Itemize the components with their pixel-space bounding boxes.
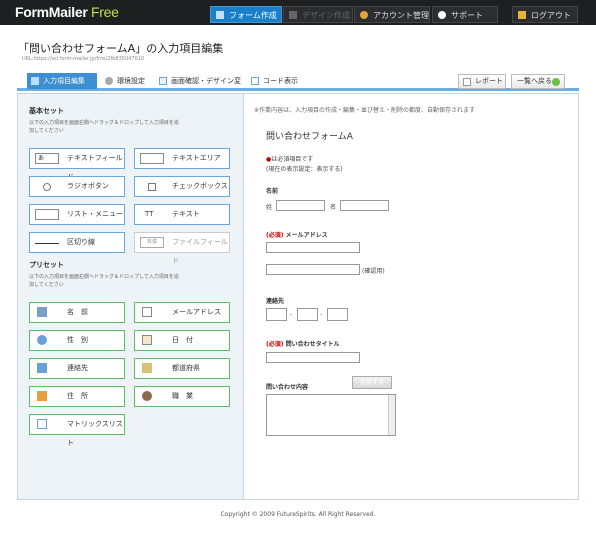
submit-button[interactable]: 送信する (352, 376, 392, 389)
gender-icon (37, 335, 47, 345)
top-bar: FormMailer Free フォーム作成 デザイン作成 アカウント管理 サポ… (0, 0, 596, 25)
radio-icon (43, 183, 51, 191)
person-icon (142, 391, 152, 401)
phone-input-2[interactable] (297, 308, 318, 321)
text-area-icon (140, 153, 164, 164)
palette-file-field: 有償 ファイルフィールド (134, 232, 230, 265)
palette-radio-button[interactable]: ラジオボタン (29, 176, 125, 197)
email-confirm-input[interactable] (266, 264, 360, 275)
form-title: 問い合わせフォームA (266, 132, 353, 142)
preset-address[interactable]: 住 所 (29, 386, 125, 407)
tab-support[interactable]: サポート (432, 6, 498, 23)
checkbox-icon (148, 183, 156, 191)
text-icon: TT (145, 210, 154, 218)
preset-desc: 以下の入力項目を画面右側へドラッグ＆ドロップして入力項目を追加してください (29, 274, 179, 288)
palette-list-menu[interactable]: リスト・メニュー (29, 204, 125, 225)
preset-contact[interactable]: 連絡先 (29, 358, 125, 379)
table-icon (37, 419, 47, 429)
report-button[interactable]: レポート (458, 74, 506, 89)
screen-icon (159, 77, 167, 85)
content-textarea[interactable] (266, 394, 396, 436)
tab-code[interactable]: コード表示 (247, 73, 307, 89)
basic-set-desc: 以下の入力項目を画面右側へドラッグ＆ドロップして入力項目を追加してください (29, 120, 179, 134)
gear-icon (105, 77, 113, 85)
premium-badge: 有償 (140, 237, 164, 248)
edit-icon (31, 77, 39, 85)
dropdown-icon (35, 209, 59, 220)
name-card-icon (37, 307, 47, 317)
phone-input-3[interactable] (327, 308, 348, 321)
arrow-right-icon (552, 78, 560, 86)
preset-occupation[interactable]: 職 業 (134, 386, 230, 407)
form-url: URL:https://ssl.form-mailer.jp/fms/2fb83… (22, 56, 145, 62)
phone-label: 連絡先 (266, 298, 285, 305)
palette-panel: 基本セット 以下の入力項目を画面右側へドラッグ＆ドロップして入力項目を追加してく… (18, 94, 244, 499)
textarea-scrollbar[interactable] (388, 395, 395, 435)
support-icon (438, 11, 446, 19)
logout-button[interactable]: ログアウト (512, 6, 578, 23)
required-note-setting: (現在の表示設定：表示する) (266, 166, 343, 173)
mei-label: 名 (330, 204, 337, 211)
house-icon (37, 391, 47, 401)
confirm-label: (確認用) (362, 268, 385, 275)
tab-form-create[interactable]: フォーム作成 (210, 6, 282, 23)
phone-input-1[interactable] (266, 308, 287, 321)
subject-input[interactable] (266, 352, 360, 363)
code-icon (251, 77, 259, 85)
tab-account[interactable]: アカウント管理 (354, 6, 430, 23)
map-icon (142, 363, 152, 373)
form-icon (216, 11, 224, 19)
name-label: 名前 (266, 188, 279, 195)
divider-icon (35, 243, 59, 244)
design-icon (289, 11, 297, 19)
email-input[interactable] (266, 242, 360, 253)
tab-edit-items[interactable]: 入力項目編集 (27, 73, 97, 89)
text-field-icon: あ (35, 153, 59, 164)
account-icon (360, 11, 368, 19)
subject-label: (必須) 問い合わせタイトル (266, 341, 340, 348)
calendar-icon (142, 335, 152, 345)
logout-icon (518, 11, 526, 19)
phone-dash-1: - (290, 311, 293, 318)
preset-prefecture[interactable]: 都道府県 (134, 358, 230, 379)
phone-icon (37, 363, 47, 373)
main-panel: 基本セット 以下の入力項目を画面右側へドラッグ＆ドロップして入力項目を追加してく… (17, 93, 579, 500)
palette-divider[interactable]: 区切り線 (29, 232, 125, 253)
page-title: 「問い合わせフォームA」の入力項目編集 (18, 42, 224, 55)
sei-label: 姓 (266, 204, 273, 211)
palette-text[interactable]: TT テキスト (134, 204, 230, 225)
back-to-list-button[interactable]: 一覧へ戻る (511, 74, 565, 89)
tab-design-create[interactable]: デザイン作成 (283, 6, 353, 23)
preset-gender[interactable]: 性 別 (29, 330, 125, 351)
preset-date[interactable]: 日 付 (134, 330, 230, 351)
autosave-note: ※作業内容は、入力項目の作成・編集・並び替え・削除の都度、自動保存されます (254, 107, 476, 114)
first-name-input[interactable] (340, 200, 389, 211)
footer-copyright: Copyright © 2009 FutureSpirits. All Righ… (220, 511, 376, 518)
content-label: 問い合わせ内容 (266, 384, 309, 391)
logo: FormMailer Free (15, 4, 119, 20)
last-name-input[interactable] (276, 200, 325, 211)
tab-settings[interactable]: 環境設定 (101, 73, 155, 89)
preset-matrix-list[interactable]: マトリックスリスト (29, 414, 125, 447)
mail-icon (142, 307, 152, 317)
required-note: ●は必須項目です (266, 156, 314, 163)
preset-name[interactable]: 名 前 (29, 302, 125, 323)
palette-text-area[interactable]: テキストエリア (134, 148, 230, 169)
palette-text-field[interactable]: あ テキストフィールド (29, 148, 125, 181)
preset-email[interactable]: メールアドレス (134, 302, 230, 323)
email-label: (必須) メールアドレス (266, 232, 328, 239)
phone-dash-2: - (320, 311, 323, 318)
sub-tab-bar: 入力項目編集 環境設定 画面確認・デザイン変更 コード表示 レポート 一覧へ戻る (17, 73, 579, 101)
palette-checkbox[interactable]: チェックボックス (134, 176, 230, 197)
preset-title: プリセット (29, 261, 64, 269)
basic-set-title: 基本セット (29, 107, 64, 115)
report-icon (463, 78, 471, 86)
tab-design-preview[interactable]: 画面確認・デザイン変更 (155, 73, 247, 101)
